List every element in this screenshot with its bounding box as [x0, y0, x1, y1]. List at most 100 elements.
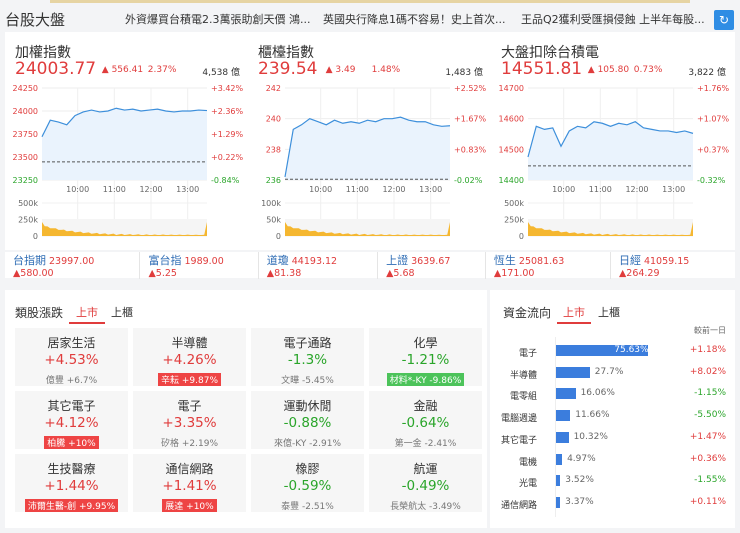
- sector-tile[interactable]: 金融 -0.64% 第一金 -2.41%: [369, 391, 482, 449]
- sector-change: +4.53%: [44, 352, 99, 368]
- top-stock[interactable]: 來億-KY -2.91%: [271, 436, 344, 449]
- price-area: [42, 108, 207, 180]
- sector-name: 居家生活: [47, 336, 96, 350]
- fund-flow-card: 資金流向 上市 上櫃 較前一日 電子 75.63% +1.18% 半導體 27.7% +8…: [490, 290, 735, 528]
- volume-tick-label: 250k: [504, 216, 524, 225]
- x-tick-label: 13:00: [662, 185, 685, 194]
- sector-tile[interactable]: 通信網路 +1.41% 展達 +10%: [133, 454, 246, 512]
- page-title: 台股大盤: [5, 11, 66, 29]
- flow-row[interactable]: 電機 4.97% +0.36%: [490, 451, 735, 471]
- flow-change: -1.55%: [694, 475, 726, 486]
- index-change: ▲ 556.41: [101, 65, 144, 75]
- sector-tile[interactable]: 橡膠 -0.59% 泰豐 -2.51%: [251, 454, 364, 512]
- index-change-pct: 0.73%: [633, 65, 663, 75]
- pct-tick-label: -0.84%: [211, 176, 240, 185]
- flow-row[interactable]: 半導體 27.7% +8.02%: [490, 364, 735, 384]
- volume-tick-label: 500k: [18, 199, 38, 208]
- tab-otc[interactable]: 上櫃: [111, 304, 133, 320]
- flow-bar: [556, 453, 563, 465]
- trade-volume: 3,822 億: [688, 68, 726, 78]
- top-stock[interactable]: 材料*-KY -9.86%: [386, 373, 465, 386]
- y-tick-label: 238: [266, 145, 281, 154]
- sector-name: 生技醫療: [47, 462, 96, 476]
- tab-listed[interactable]: 上市: [76, 304, 98, 320]
- pct-tick-label: -0.02%: [454, 176, 483, 185]
- sector-name: 通信網路: [165, 462, 214, 476]
- trade-volume: 4,538 億: [202, 68, 240, 78]
- volume-tick-label: 0: [33, 232, 38, 241]
- flow-row[interactable]: 電腦週邊 11.66% -5.50%: [490, 407, 735, 427]
- sector-name: 航運: [413, 462, 438, 476]
- sector-title: 類股漲跌: [15, 306, 64, 320]
- ticker-item[interactable]: 台指期 23997.00 ▲580.00: [5, 252, 139, 279]
- pct-tick-label: -0.32%: [697, 176, 726, 185]
- sector-tile[interactable]: 其它電子 +4.12% 柏騰 +10%: [15, 391, 128, 449]
- pct-tick-label: +1.67%: [454, 115, 487, 124]
- index-panel[interactable]: 櫃檯指數 239.54 ▲ 3.49 1.48% 1,483 億 242 +2.52% 240…: [248, 32, 491, 250]
- y-tick-label: 240: [266, 115, 281, 124]
- flow-share: 3.52%: [565, 475, 594, 486]
- x-tick-label: 10:00: [66, 185, 89, 194]
- top-stock[interactable]: 第一金 -2.41%: [392, 436, 460, 449]
- y-tick-label: 236: [266, 176, 281, 185]
- flow-sector-name: 電子: [518, 349, 537, 359]
- top-stock[interactable]: 文曄 -5.45%: [278, 373, 337, 386]
- sector-tile[interactable]: 電子通路 -1.3% 文曄 -5.45%: [251, 328, 364, 386]
- top-stock[interactable]: 億豐 +6.7%: [43, 373, 100, 386]
- active-tab-indicator: [557, 322, 591, 324]
- refresh-button[interactable]: ↻: [714, 10, 734, 30]
- ticker-name: 富台指: [148, 253, 182, 267]
- top-stock[interactable]: 泰豐 -2.51%: [278, 499, 337, 512]
- news-link[interactable]: 外資爆買台積電2.3萬張助創天價 鴻...: [125, 11, 310, 27]
- y-tick-label: 14400: [499, 176, 524, 185]
- ticker-name: 台指期: [13, 253, 46, 267]
- flow-row[interactable]: 其它電子 10.32% +1.47%: [490, 429, 735, 449]
- flow-sector-name: 其它電子: [500, 435, 537, 446]
- sector-tile[interactable]: 半導體 +4.26% 辛耘 +9.87%: [133, 328, 246, 386]
- pct-tick-label: +1.29%: [211, 130, 244, 139]
- tab-listed[interactable]: 上市: [563, 304, 585, 320]
- top-stock[interactable]: 沛爾生醫-創 +9.95%: [24, 499, 119, 512]
- index-change-pct: 1.48%: [371, 65, 401, 75]
- ticker-item[interactable]: 道瓊 44193.12 ▲81.38: [257, 251, 377, 279]
- sector-tile[interactable]: 電子 +3.35% 矽格 +2.19%: [133, 391, 246, 449]
- sector-tile[interactable]: 航運 -0.49% 長榮航太 -3.49%: [369, 454, 482, 512]
- flow-bar: [556, 475, 561, 487]
- index-price: 239.54: [258, 59, 318, 79]
- news-link[interactable]: 王品Q2獲利受匯損侵蝕 上半年每股...: [521, 11, 705, 27]
- flow-bar: [556, 410, 571, 422]
- tab-otc[interactable]: 上櫃: [598, 304, 620, 320]
- news-link[interactable]: 英國央行降息1碼不容易！史上首次...: [323, 11, 506, 27]
- top-stock[interactable]: 矽格 +2.19%: [158, 436, 221, 449]
- flow-row[interactable]: 電子 75.63% +1.18%: [490, 342, 735, 362]
- sector-change: -0.49%: [401, 478, 450, 494]
- ticker-name: 恆生: [493, 253, 516, 267]
- pct-tick-label: +0.83%: [454, 145, 487, 154]
- ticker-item[interactable]: 富台指 1989.00 ▲5.25: [139, 251, 257, 279]
- ticker-item[interactable]: 恆生 25081.63 ▲171.00: [484, 251, 610, 279]
- y-tick-label: 14700: [499, 84, 524, 93]
- index-panel[interactable]: 加權指數 24003.77 ▲ 556.41 2.37% 4,538 億 24250 +3.…: [5, 32, 248, 250]
- sector-tile[interactable]: 生技醫療 +1.44% 沛爾生醫-創 +9.95%: [15, 454, 128, 512]
- top-stock[interactable]: 柏騰 +10%: [44, 436, 99, 449]
- flow-row[interactable]: 光電 3.52% -1.55%: [490, 472, 735, 492]
- ticker-item[interactable]: 日經 41059.15 ▲264.29: [609, 251, 735, 279]
- top-stock[interactable]: 展達 +10%: [162, 499, 217, 512]
- sector-tile[interactable]: 居家生活 +4.53% 億豐 +6.7%: [15, 328, 128, 386]
- intraday-chart: 242 +2.52% 240 +1.67% 238 +0.83% 236 -0.02% 10:0…: [261, 84, 487, 241]
- flow-row[interactable]: 通信網路 3.37% +0.11%: [490, 494, 735, 514]
- x-tick-label: 11:00: [589, 185, 612, 194]
- sector-change: +1.44%: [44, 478, 99, 494]
- sector-tile[interactable]: 化學 -1.21% 材料*-KY -9.86%: [369, 328, 482, 386]
- ticker-item[interactable]: 上證 3639.67 ▲5.68: [377, 251, 485, 279]
- index-panel[interactable]: 大盤扣除台積電 14551.81 ▲ 105.80 0.73% 3,822 億 14700…: [491, 32, 734, 250]
- flow-row[interactable]: 電零組 16.06% -1.15%: [490, 385, 735, 405]
- sector-change: -0.88%: [283, 415, 332, 431]
- flow-change: -5.50%: [694, 410, 726, 421]
- sector-tile[interactable]: 運動休閒 -0.88% 來億-KY -2.91%: [251, 391, 364, 449]
- top-stock[interactable]: 長榮航太 -3.49%: [387, 499, 464, 512]
- price-area: [285, 117, 450, 180]
- top-stock[interactable]: 辛耘 +9.87%: [158, 373, 221, 386]
- sector-change: -0.64%: [401, 415, 450, 431]
- sector-name: 化學: [413, 336, 438, 350]
